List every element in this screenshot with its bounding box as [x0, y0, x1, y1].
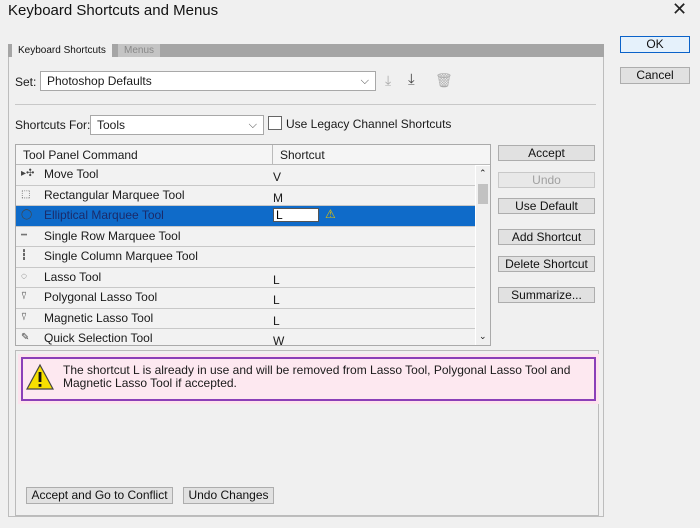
- accept-and-go-to-conflict-button[interactable]: Accept and Go to Conflict: [26, 487, 173, 504]
- table-row[interactable]: ◌ Lasso Tool L: [16, 267, 475, 288]
- command-name: Elliptical Marquee Tool: [44, 208, 164, 222]
- scroll-thumb[interactable]: [478, 184, 488, 204]
- shortcuts-for-value: Tools: [97, 118, 126, 132]
- ok-button[interactable]: OK: [620, 36, 690, 53]
- command-name: Lasso Tool: [44, 269, 102, 284]
- shortcut-input[interactable]: L: [273, 208, 319, 222]
- set-select[interactable]: Photoshop Defaults ⌵: [40, 71, 376, 91]
- add-shortcut-button[interactable]: Add Shortcut: [498, 229, 595, 245]
- shortcut-key: M: [273, 190, 283, 205]
- undo-button[interactable]: Undo: [498, 172, 595, 188]
- scroll-down-icon[interactable]: ⌄: [479, 331, 487, 342]
- delete-shortcut-button[interactable]: Delete Shortcut: [498, 256, 595, 272]
- undo-changes-button[interactable]: Undo Changes: [183, 487, 274, 504]
- scroll-up-icon[interactable]: ⌃: [479, 168, 487, 179]
- table-row[interactable]: ┇ Single Column Marquee Tool: [16, 247, 475, 268]
- quick-selection-icon: ✎: [21, 332, 30, 343]
- warning-message: The shortcut L is already in use and wil…: [63, 363, 571, 390]
- elliptical-marquee-icon: ◯: [21, 209, 33, 220]
- single-column-marquee-icon: ┇: [21, 250, 28, 261]
- trash-icon[interactable]: 🗑: [435, 72, 453, 89]
- use-default-button[interactable]: Use Default: [498, 198, 595, 214]
- set-label: Set:: [15, 75, 37, 89]
- table-row[interactable]: ▸✣ Move Tool V: [16, 165, 475, 186]
- command-name: Rectangular Marquee Tool: [44, 187, 185, 202]
- legacy-checkbox[interactable]: [268, 116, 282, 130]
- command-name: Single Column Marquee Tool: [44, 249, 198, 263]
- close-icon[interactable]: ✕: [672, 0, 687, 20]
- set-value: Photoshop Defaults: [47, 74, 152, 88]
- tab-bar: Keyboard Shortcuts Menus: [8, 44, 604, 57]
- move-tool-icon: ▸✣: [21, 168, 35, 179]
- shortcut-key: L: [273, 293, 280, 307]
- accept-button[interactable]: Accept: [498, 145, 595, 161]
- conflict-warning: The shortcut L is already in use and wil…: [21, 357, 596, 401]
- warning-icon: ⚠: [325, 207, 336, 221]
- legacy-label: Use Legacy Channel Shortcuts: [286, 117, 452, 131]
- shortcut-key: L: [273, 313, 280, 328]
- command-name: Single Row Marquee Tool: [44, 228, 181, 243]
- divider: [15, 104, 596, 105]
- summarize-button[interactable]: Summarize...: [498, 287, 595, 303]
- tab-keyboard-shortcuts[interactable]: Keyboard Shortcuts: [12, 44, 112, 57]
- scrollbar[interactable]: ⌃ ⌄: [476, 166, 490, 345]
- table-row[interactable]: ✎ Quick Selection Tool W: [16, 329, 475, 346]
- polygonal-lasso-icon: ⍢: [21, 291, 27, 302]
- command-name: Quick Selection Tool: [44, 331, 153, 345]
- chevron-down-icon: ⌵: [248, 119, 257, 131]
- table-row[interactable]: ⬚ Rectangular Marquee Tool M: [16, 185, 475, 206]
- chevron-down-icon: ⌵: [360, 75, 369, 87]
- table-row[interactable]: ◯ Elliptical Marquee Tool L ⚠: [16, 206, 475, 227]
- window-title: Keyboard Shortcuts and Menus: [8, 2, 219, 19]
- table-header: Tool Panel Command Shortcut: [16, 145, 490, 165]
- column-header-command[interactable]: Tool Panel Command: [23, 148, 138, 162]
- command-name: Move Tool: [44, 167, 99, 181]
- shortcut-key: L: [273, 272, 280, 287]
- single-row-marquee-icon: ┅: [21, 229, 28, 241]
- command-name: Magnetic Lasso Tool: [44, 310, 154, 325]
- shortcuts-for-label: Shortcuts For:: [15, 118, 91, 132]
- table-row[interactable]: ⍢ Polygonal Lasso Tool L: [16, 288, 475, 309]
- column-header-shortcut[interactable]: Shortcut: [280, 148, 325, 162]
- shortcuts-for-select[interactable]: Tools ⌵: [90, 115, 264, 135]
- shortcuts-table: Tool Panel Command Shortcut ▸✣ Move Tool…: [15, 144, 491, 346]
- cancel-button[interactable]: Cancel: [620, 67, 690, 84]
- lasso-icon: ◌: [21, 270, 27, 282]
- magnetic-lasso-icon: ⍢: [21, 311, 27, 323]
- shortcut-key: V: [273, 170, 282, 184]
- table-row[interactable]: ⍢ Magnetic Lasso Tool L: [16, 308, 475, 329]
- save-set-icon[interactable]: ⤓: [385, 72, 391, 89]
- rectangular-marquee-icon: ⬚: [21, 188, 31, 200]
- tab-menus[interactable]: Menus: [118, 44, 161, 57]
- shortcut-key: W: [273, 334, 285, 346]
- new-set-icon[interactable]: ⤓: [408, 71, 415, 88]
- command-name: Polygonal Lasso Tool: [44, 290, 158, 304]
- table-row[interactable]: ┅ Single Row Marquee Tool: [16, 226, 475, 247]
- warning-icon: [26, 363, 54, 390]
